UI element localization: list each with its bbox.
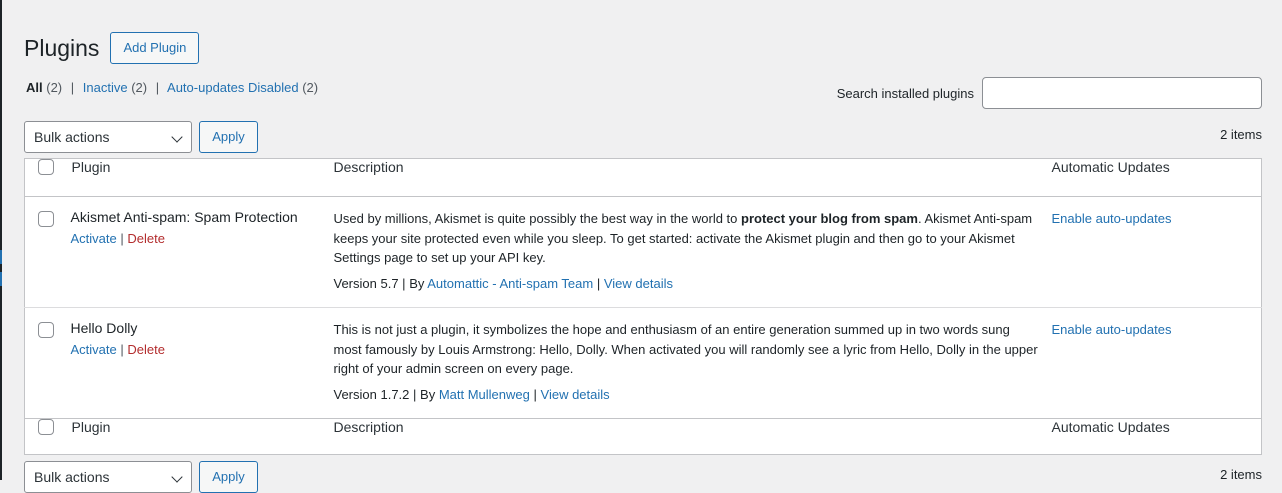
row-actions: Activate | Delete bbox=[71, 231, 320, 246]
plugins-table: Plugin Description Automatic Updates Aki… bbox=[24, 158, 1262, 455]
auto-updates-cell: Enable auto-updates bbox=[1039, 196, 1262, 308]
chevron-down-icon bbox=[171, 471, 183, 483]
table-footer: Plugin Description Automatic Updates bbox=[24, 418, 1262, 455]
select-all-cell bbox=[24, 158, 65, 197]
plugin-title-cell: Akismet Anti-spam: Spam Protection Activ… bbox=[64, 196, 320, 308]
row-checkbox[interactable] bbox=[38, 211, 54, 227]
action-separator: | bbox=[120, 231, 124, 246]
activate-link[interactable]: Activate bbox=[71, 342, 117, 357]
add-plugin-button[interactable]: Add Plugin bbox=[110, 32, 200, 64]
meta-separator: | bbox=[596, 275, 601, 291]
view-details-link[interactable]: View details bbox=[541, 387, 610, 402]
apply-button[interactable]: Apply bbox=[199, 121, 258, 153]
plugin-name: Akismet Anti-spam: Spam Protection bbox=[70, 209, 298, 225]
plugin-description: This is not just a plugin, it symbolizes… bbox=[334, 320, 1040, 379]
filter-autoupdates-count: (2) bbox=[302, 80, 319, 95]
tablenav-bottom: Bulk actions Apply 2 items bbox=[24, 461, 1262, 493]
view-details-link[interactable]: View details bbox=[604, 276, 673, 291]
chevron-down-icon bbox=[171, 131, 183, 143]
plugin-version: Version 5.7 bbox=[333, 275, 399, 291]
plugin-version-author: Version 5.7 | By Automattic - Anti-spam … bbox=[334, 276, 1040, 291]
desc-text: Used by millions, Akismet is quite possi… bbox=[333, 211, 742, 226]
column-description: Description bbox=[319, 158, 1040, 197]
apply-button-bottom[interactable]: Apply bbox=[199, 461, 258, 493]
by-label: By bbox=[409, 275, 425, 291]
enable-auto-updates-link[interactable]: Enable auto-updates bbox=[1052, 211, 1172, 226]
filter-separator: | bbox=[70, 80, 75, 95]
search-box: Search installed plugins bbox=[837, 77, 1262, 109]
desc-bold: protect your blog from spam bbox=[741, 211, 918, 226]
desc-text: This is not just a plugin, it symbolizes… bbox=[333, 322, 1038, 376]
table-row: Akismet Anti-spam: Spam Protection Activ… bbox=[24, 196, 1262, 308]
plugin-description-cell: This is not just a plugin, it symbolizes… bbox=[320, 308, 1040, 419]
filter-autoupdates-disabled[interactable]: Auto-updates Disabled bbox=[167, 80, 299, 95]
page-title: Plugins bbox=[24, 35, 100, 61]
select-all-cell bbox=[24, 418, 65, 455]
column-auto-updates: Automatic Updates bbox=[1039, 158, 1262, 197]
heading-row: Plugins Add Plugin bbox=[24, 32, 200, 64]
row-checkbox-cell bbox=[24, 196, 65, 308]
column-auto-updates: Automatic Updates bbox=[1039, 418, 1262, 455]
meta-separator: | bbox=[413, 386, 417, 402]
meta-separator: | bbox=[402, 275, 406, 291]
filter-all[interactable]: All bbox=[26, 80, 43, 95]
author-link[interactable]: Matt Mullenweg bbox=[439, 387, 530, 402]
select-all-checkbox-footer[interactable] bbox=[38, 419, 54, 435]
plugin-version: Version 1.7.2 bbox=[333, 386, 410, 402]
row-checkbox[interactable] bbox=[38, 322, 54, 338]
meta-separator: | bbox=[533, 386, 537, 402]
auto-updates-cell: Enable auto-updates bbox=[1040, 308, 1262, 419]
bulk-actions-label: Bulk actions bbox=[34, 129, 110, 145]
by-label: By bbox=[420, 386, 436, 402]
search-input[interactable] bbox=[982, 77, 1262, 109]
bulk-actions-select[interactable]: Bulk actions bbox=[24, 121, 192, 153]
column-plugin: Plugin bbox=[64, 158, 320, 197]
row-actions: Activate | Delete bbox=[71, 342, 320, 357]
items-count: 2 items bbox=[1220, 127, 1262, 142]
admin-menu-marker bbox=[0, 272, 2, 286]
activate-link[interactable]: Activate bbox=[71, 231, 117, 246]
author-link[interactable]: Automattic - Anti-spam Team bbox=[427, 276, 593, 291]
filter-inactive[interactable]: Inactive bbox=[83, 80, 128, 95]
plugin-version-author: Version 1.7.2 | By Matt Mullenweg | View… bbox=[334, 387, 1040, 402]
delete-link[interactable]: Delete bbox=[127, 231, 165, 246]
action-separator: | bbox=[120, 342, 124, 357]
filter-separator: | bbox=[155, 80, 160, 95]
status-filters: All (2) | Inactive (2) | Auto-updates Di… bbox=[26, 80, 318, 95]
bulk-actions-select-bottom[interactable]: Bulk actions bbox=[24, 461, 192, 493]
filter-all-count: (2) bbox=[46, 80, 63, 95]
plugin-name: Hello Dolly bbox=[70, 320, 138, 336]
plugin-title-cell: Hello Dolly Activate | Delete bbox=[65, 308, 320, 419]
plugin-description-cell: Used by millions, Akismet is quite possi… bbox=[319, 196, 1040, 308]
column-plugin: Plugin bbox=[64, 418, 320, 455]
select-all-checkbox[interactable] bbox=[38, 159, 54, 175]
tablenav-top: Bulk actions Apply 2 items bbox=[24, 121, 1262, 153]
filter-inactive-count: (2) bbox=[131, 80, 148, 95]
plugin-description: Used by millions, Akismet is quite possi… bbox=[334, 209, 1040, 268]
table-header: Plugin Description Automatic Updates bbox=[24, 158, 1262, 197]
delete-link[interactable]: Delete bbox=[127, 342, 165, 357]
admin-menu-marker bbox=[0, 250, 2, 264]
table-row: Hello Dolly Activate | Delete This is no… bbox=[25, 308, 1262, 419]
search-label: Search installed plugins bbox=[836, 85, 974, 101]
bulk-actions-label: Bulk actions bbox=[34, 469, 110, 485]
enable-auto-updates-link[interactable]: Enable auto-updates bbox=[1052, 322, 1172, 337]
admin-menu-edge bbox=[0, 0, 2, 480]
row-checkbox-cell bbox=[25, 308, 65, 419]
column-description: Description bbox=[319, 418, 1040, 455]
